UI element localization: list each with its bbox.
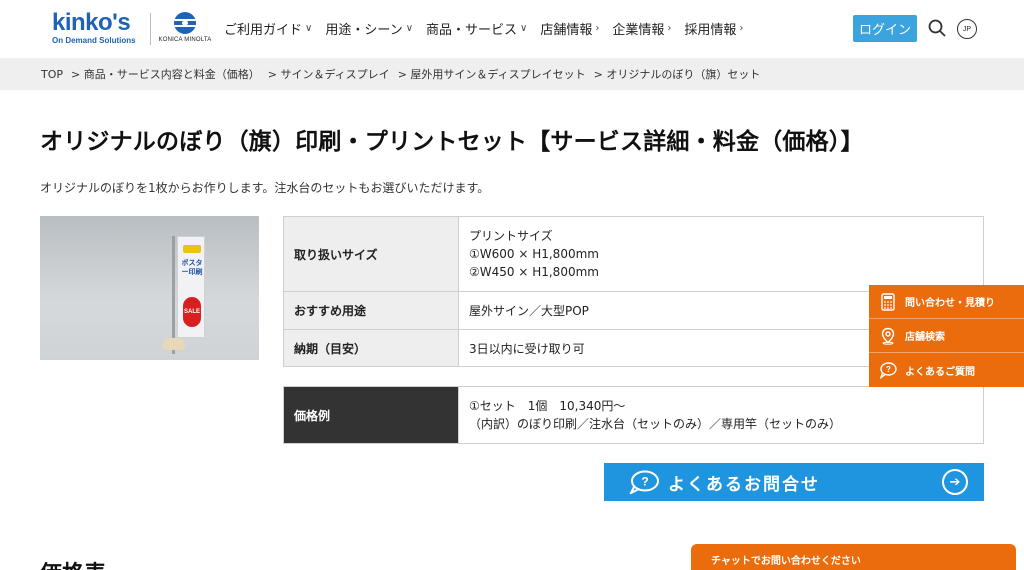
partner-name: KONICA MINOLTA xyxy=(158,37,212,43)
question-bubble-icon: ? xyxy=(629,470,659,494)
language-switch-icon[interactable]: JP xyxy=(957,19,977,39)
breadcrumb: TOP > 商品・サービス内容と料金（価格） > サイン＆ディスプレイ > 屋外… xyxy=(0,58,1024,90)
search-icon[interactable] xyxy=(928,19,946,37)
nav-item-scenes[interactable]: 用途・シーン ∨ xyxy=(325,19,413,38)
nav-label: ご利用ガイド xyxy=(224,23,303,38)
logo-wordmark: kinko's xyxy=(52,9,131,36)
nav-label: 用途・シーン xyxy=(325,23,403,38)
chevron-right-icon: › xyxy=(739,23,744,34)
price-value-line: （内訳）のぼり印刷／注水台（セットのみ）／専用竿（セットのみ） xyxy=(469,417,842,431)
location-pin-icon xyxy=(881,327,895,345)
price-value: ①セット 1個 10,340円〜 （内訳）のぼり印刷／注水台（セットのみ）／専用… xyxy=(458,386,984,444)
price-value-line: ①セット 1個 10,340円〜 xyxy=(469,399,626,413)
logo-divider xyxy=(150,13,151,45)
spec-value-line: ②W450 × H1,800mm xyxy=(469,265,599,279)
spec-value-line: ①W600 × H1,800mm xyxy=(469,247,599,261)
breadcrumb-item-services[interactable]: > 商品・サービス内容と料金（価格） xyxy=(71,66,260,82)
svg-text:?: ? xyxy=(886,365,891,374)
nav-label: 採用情報 xyxy=(684,23,737,38)
side-item-faq[interactable]: ? よくあるご質問 xyxy=(869,353,1024,387)
spec-key: 取り扱いサイズ xyxy=(283,216,459,292)
nav-item-products[interactable]: 商品・サービス ∨ xyxy=(426,19,527,38)
main-nav: ご利用ガイド ∨ 用途・シーン ∨ 商品・サービス ∨ 店舗情報 › 企業情報 › 採用情… xyxy=(224,19,743,38)
page-title: オリジナルのぼり（旗）印刷・プリントセット【サービス詳細・料金（価格）】 xyxy=(40,129,864,155)
price-table: 価格例 ①セット 1個 10,340円〜 （内訳）のぼり印刷／注水台（セットのみ… xyxy=(283,386,984,444)
flag-pole xyxy=(172,236,175,354)
faq-button-label: よくあるお問合せ xyxy=(668,474,820,495)
lead-text: オリジナルのぼりを1枚からお作りします。注水台のセットもお選びいただけます。 xyxy=(40,181,490,195)
calculator-icon xyxy=(881,292,895,311)
side-item-inquiry[interactable]: 問い合わせ・見積り xyxy=(869,285,1024,319)
flag-text: ポスター印刷 xyxy=(181,259,203,276)
breadcrumb-item-outdoor-set[interactable]: > 屋外用サイン＆ディスプレイセット xyxy=(398,66,586,82)
breadcrumb-item-sign-display[interactable]: > サイン＆ディスプレイ xyxy=(268,66,390,82)
faq-button[interactable]: ? よくあるお問合せ ➔ xyxy=(604,463,984,501)
site-header: kinko's On Demand Solutions KONICA MINOL… xyxy=(0,0,1024,58)
side-item-label: 問い合わせ・見積り xyxy=(905,298,995,309)
nav-label: 商品・サービス xyxy=(426,23,518,38)
price-key: 価格例 xyxy=(283,386,459,444)
login-button[interactable]: ログイン xyxy=(853,15,917,42)
breadcrumb-item-top[interactable]: TOP xyxy=(41,68,63,81)
side-item-label: よくあるご質問 xyxy=(905,366,975,378)
side-item-store-search[interactable]: 店舗検索 xyxy=(869,319,1024,353)
nav-item-guide[interactable]: ご利用ガイド ∨ xyxy=(224,19,312,38)
svg-text:?: ? xyxy=(641,475,648,489)
chevron-down-icon: ∨ xyxy=(405,23,414,34)
nav-item-stores[interactable]: 店舗情報 › xyxy=(540,19,599,38)
arrow-right-icon: ➔ xyxy=(942,469,968,495)
chat-widget-bar[interactable]: チャットでお問い合わせください xyxy=(691,544,1016,570)
side-item-label: 店舗検索 xyxy=(905,332,945,343)
chevron-right-icon: › xyxy=(595,23,600,34)
nav-item-company[interactable]: 企業情報 › xyxy=(612,19,671,38)
table-row: 取り扱いサイズ プリントサイズ ①W600 × H1,800mm ②W450 ×… xyxy=(283,216,984,292)
chevron-right-icon: › xyxy=(667,23,672,34)
table-row: 価格例 ①セット 1個 10,340円〜 （内訳）のぼり印刷／注水台（セットのみ… xyxy=(283,386,984,444)
nav-item-recruit[interactable]: 採用情報 › xyxy=(684,19,743,38)
product-image: ポスター印刷 SALE xyxy=(40,216,259,360)
flag-sale-mark: SALE xyxy=(183,297,201,327)
breadcrumb-item-current: > オリジナルのぼり（旗）セット xyxy=(593,68,761,81)
chevron-down-icon: ∨ xyxy=(305,23,313,34)
konica-minolta-mark-icon xyxy=(174,12,196,34)
nav-label: 企業情報 xyxy=(612,23,665,38)
flag-yellow-mark xyxy=(183,245,201,253)
spec-value-line: プリントサイズ xyxy=(469,229,553,243)
price-list-heading: 価格表 xyxy=(40,556,106,570)
spec-value: プリントサイズ ①W600 × H1,800mm ②W450 × H1,800m… xyxy=(458,216,984,292)
kinkos-logo[interactable]: kinko's On Demand Solutions xyxy=(52,9,136,46)
konica-minolta-logo: KONICA MINOLTA xyxy=(157,12,213,43)
nobori-flag: ポスター印刷 SALE xyxy=(177,236,205,338)
chevron-down-icon: ∨ xyxy=(520,23,528,34)
spec-key: おすすめ用途 xyxy=(283,291,459,330)
logo-tagline: On Demand Solutions xyxy=(52,36,136,45)
question-bubble-icon: ? xyxy=(879,362,897,379)
water-base xyxy=(163,338,185,350)
spec-key: 納期（目安） xyxy=(283,329,459,367)
floating-side-menu: 問い合わせ・見積り 店舗検索 ? よくあるご質問 xyxy=(869,285,1024,387)
nav-label: 店舗情報 xyxy=(540,23,593,38)
